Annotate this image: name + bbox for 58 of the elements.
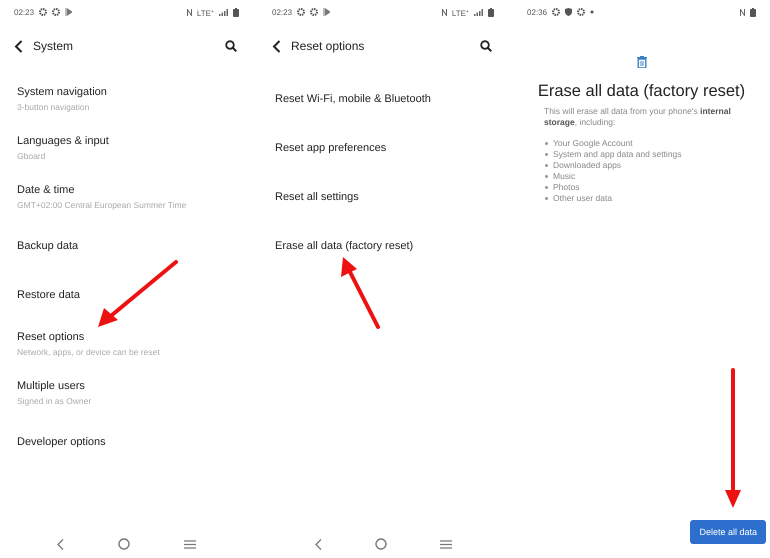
- bullet-icon: [545, 142, 548, 145]
- settings-item[interactable]: Developer options: [0, 417, 253, 466]
- bullet-icon: [545, 153, 548, 156]
- battery-icon: [750, 8, 756, 16]
- settings-item[interactable]: Reset Wi-Fi, mobile & Bluetooth: [258, 74, 508, 123]
- network-type: LTE⁺: [452, 8, 469, 18]
- menu-icon[interactable]: [184, 540, 196, 548]
- settings-item[interactable]: Reset app preferences: [258, 123, 508, 172]
- delete-button[interactable]: Delete all data: [690, 520, 766, 544]
- settings-item[interactable]: Languages & input Gboard: [0, 123, 253, 172]
- gear-icon: [552, 8, 560, 16]
- nfc-icon: [740, 8, 745, 16]
- data-list-item: Your Google Account: [553, 138, 633, 149]
- annotation-arrow: [341, 257, 380, 329]
- screen-title: Reset options: [291, 39, 366, 53]
- search-icon[interactable]: [225, 40, 237, 52]
- dialog-title: Erase all data (factory reset): [538, 82, 746, 101]
- settings-item[interactable]: System navigation 3-button navigation: [0, 74, 253, 123]
- bullet-icon: [545, 186, 548, 189]
- bullet-icon: [545, 164, 548, 167]
- menu-icon[interactable]: [440, 540, 452, 548]
- data-list-item: Other user data: [553, 193, 612, 204]
- battery-icon: [488, 8, 494, 16]
- settings-item[interactable]: Erase all data (factory reset): [258, 221, 508, 270]
- nfc-icon: [186, 8, 192, 16]
- home-icon[interactable]: [374, 538, 386, 550]
- shield-icon: [565, 8, 572, 16]
- status-time: 02:36: [527, 8, 548, 16]
- play-icon: [65, 8, 72, 16]
- bullet-icon: [545, 197, 548, 200]
- trash-icon: [636, 56, 646, 68]
- gear-icon: [577, 8, 586, 16]
- signal-icon: [474, 8, 483, 16]
- battery-icon: [233, 8, 239, 16]
- bullet-icon: [545, 175, 548, 178]
- settings-item[interactable]: Reset all settings: [258, 172, 508, 221]
- settings-item[interactable]: Multiple users Signed in as Owner: [0, 368, 253, 417]
- data-list-item: Downloaded apps: [553, 160, 622, 171]
- settings-item[interactable]: Date & time GMT+02:00 Central European Summer Time: [0, 172, 253, 221]
- back-icon[interactable]: [272, 40, 281, 52]
- search-icon[interactable]: [480, 40, 492, 52]
- description-text: This will erase all data from your phone's internal storage, including:: [544, 106, 732, 128]
- back-icon[interactable]: [14, 40, 23, 52]
- network-type: LTE⁺: [196, 8, 214, 18]
- dot-icon: [590, 10, 594, 14]
- settings-item[interactable]: Backup data: [0, 221, 253, 270]
- data-list-item: Music: [553, 171, 576, 182]
- status-time: 02:23: [14, 8, 34, 16]
- play-icon: [323, 8, 330, 16]
- home-icon[interactable]: [118, 538, 130, 550]
- nfc-icon: [442, 8, 447, 16]
- settings-item[interactable]: Reset options Network, apps, or device can be reset: [0, 319, 253, 368]
- status-time: 02:23: [272, 8, 292, 16]
- data-list-item: System and app data and settings: [553, 149, 682, 160]
- screen-title: System: [33, 39, 74, 53]
- settings-item[interactable]: Restore data: [0, 270, 253, 319]
- signal-icon: [219, 8, 228, 16]
- data-list-item: Photos: [553, 182, 580, 193]
